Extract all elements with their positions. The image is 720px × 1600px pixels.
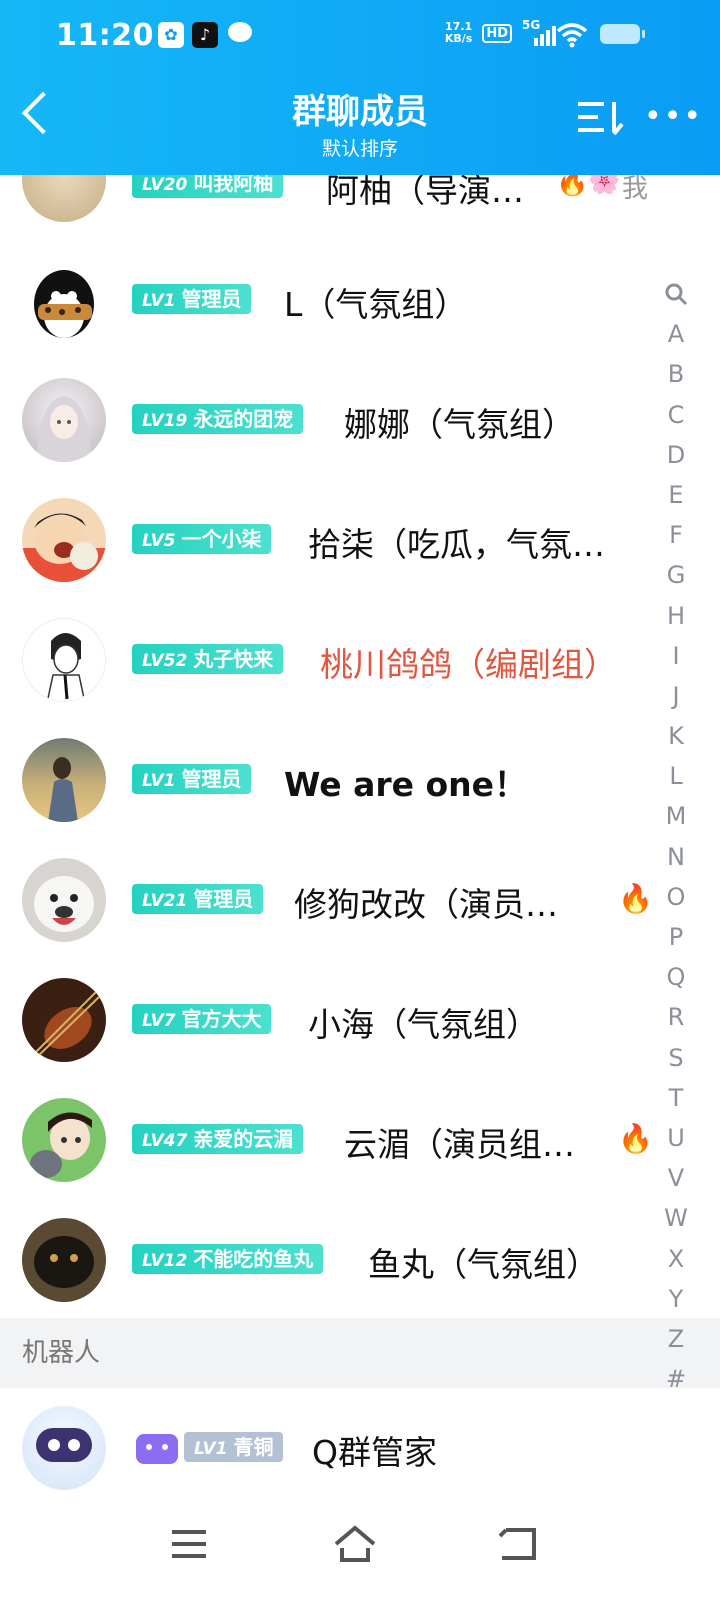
menu-icon[interactable] (170, 1524, 210, 1564)
index-letter[interactable]: X (658, 1239, 694, 1279)
member-row[interactable]: LV19 永远的团宠 娜娜（气氛组） (0, 360, 660, 480)
member-name: We are one！ (284, 765, 528, 804)
index-letter[interactable]: C (658, 395, 694, 435)
member-name: 鱼丸（气氛组） (368, 1245, 599, 1284)
index-letter[interactable]: D (658, 435, 694, 475)
index-letter[interactable]: N (658, 837, 694, 877)
index-letter[interactable]: Q (658, 957, 694, 997)
member-row[interactable]: LV1 管理员 L（气氛组） (0, 240, 660, 360)
index-letter[interactable]: P (658, 917, 694, 957)
index-letter[interactable]: W (658, 1198, 694, 1238)
level-badge: LV21 管理员 (132, 884, 264, 914)
hd-icon: HD (482, 23, 512, 43)
member-row[interactable]: LV12 不能吃的鱼丸 鱼丸（气氛组） (0, 1200, 660, 1320)
index-letter[interactable]: O (658, 877, 694, 917)
index-letter[interactable]: H (658, 596, 694, 636)
flame-icon: 🔥 (618, 1122, 653, 1155)
index-letter[interactable]: F (658, 515, 694, 555)
member-row[interactable]: LV47 亲爱的云湄 云湄（演员组… 🔥 (0, 1080, 660, 1200)
bot-avatar[interactable] (22, 1406, 106, 1490)
signal-icon: 5G (522, 18, 558, 46)
header-bar: 11:20 ✿ ♪ 17.1 KB/s HD 5G 群聊成员 默认排序 ••• (0, 0, 720, 175)
level-badge: LV52 丸子快来 (132, 644, 284, 674)
member-name: 云湄（演员组… (344, 1125, 575, 1164)
member-name: 拾柒（吃瓜，气氛… (308, 525, 605, 564)
level-badge: LV47 亲爱的云湄 (132, 1124, 304, 1154)
member-name: 桃川鸽鸽（编剧组） (320, 645, 617, 684)
member-row[interactable]: LV52 丸子快来 桃川鸽鸽（编剧组） (0, 600, 660, 720)
bot-name: Q群管家 (312, 1433, 437, 1472)
avatar[interactable] (22, 738, 106, 822)
avatar[interactable] (22, 258, 106, 342)
member-row[interactable]: LV5 一个小柒 拾柒（吃瓜，气氛… (0, 480, 660, 600)
alphabet-index[interactable]: A B C D E F G H I J K L M N O P Q R S T … (658, 274, 694, 1399)
index-letter[interactable]: G (658, 555, 694, 595)
index-letter[interactable]: B (658, 354, 694, 394)
index-letter[interactable]: U (658, 1118, 694, 1158)
more-options-icon[interactable]: ••• (644, 102, 703, 132)
bot-level-badge: LV1 青铜 (184, 1432, 284, 1462)
flame-icon: 🔥 (618, 882, 653, 915)
member-row[interactable]: LV1 管理员 We are one！ (0, 720, 660, 840)
status-time: 11:20 (56, 18, 154, 53)
member-row[interactable]: LV7 官方大大 小海（气氛组） (0, 960, 660, 1080)
index-letter[interactable]: # (658, 1359, 694, 1399)
home-icon[interactable] (332, 1524, 378, 1564)
index-letter[interactable]: T (658, 1078, 694, 1118)
sort-icon[interactable] (578, 98, 628, 138)
index-letter[interactable]: L (658, 756, 694, 796)
member-row[interactable]: LV21 管理员 修狗改改（演员… 🔥 (0, 840, 660, 960)
wifi-icon (556, 22, 588, 52)
member-name: 小海（气氛组） (308, 1005, 539, 1044)
avatar[interactable] (22, 498, 106, 582)
index-letter[interactable]: Y (658, 1279, 694, 1319)
member-name: 修狗改改（演员… (294, 885, 558, 924)
battery-icon (600, 24, 645, 44)
index-letter[interactable]: J (658, 676, 694, 716)
robot-icon (136, 1434, 178, 1464)
back-nav-icon[interactable] (498, 1524, 538, 1564)
index-letter[interactable]: A (658, 314, 694, 354)
index-letter[interactable]: Z (658, 1319, 694, 1359)
index-letter[interactable]: I (658, 636, 694, 676)
member-name: 娜娜（气氛组） (344, 405, 575, 444)
system-nav-bar (0, 1490, 720, 1600)
net-speed: 17.1 KB/s (444, 20, 473, 45)
status-indicators: 17.1 KB/s HD 5G (444, 18, 558, 46)
level-badge: LV19 永远的团宠 (132, 404, 304, 434)
robots-section-header: 机器人 (0, 1318, 720, 1388)
chat-bubble-icon (228, 22, 252, 42)
avatar[interactable] (22, 1218, 106, 1302)
index-letter[interactable]: R (658, 997, 694, 1037)
index-letter[interactable]: V (658, 1158, 694, 1198)
member-name: L（气氛组） (284, 285, 468, 324)
level-badge: LV5 一个小柒 (132, 524, 272, 554)
index-letter[interactable]: E (658, 475, 694, 515)
paw-app-icon: ✿ (158, 22, 184, 48)
avatar[interactable] (22, 1098, 106, 1182)
tiktok-app-icon: ♪ (192, 22, 218, 48)
status-bar: 11:20 ✿ ♪ 17.1 KB/s HD 5G (0, 14, 720, 58)
index-letter[interactable]: K (658, 716, 694, 756)
level-badge: LV1 管理员 (132, 284, 252, 314)
level-badge: LV7 官方大大 (132, 1004, 272, 1034)
avatar[interactable] (22, 618, 106, 702)
index-letter[interactable]: S (658, 1038, 694, 1078)
index-letter[interactable]: M (658, 796, 694, 836)
avatar[interactable] (22, 858, 106, 942)
search-icon[interactable] (658, 274, 694, 314)
sort-mode-label[interactable]: 默认排序 (0, 134, 720, 161)
avatar[interactable] (22, 378, 106, 462)
level-badge: LV12 不能吃的鱼丸 (132, 1244, 324, 1274)
level-badge: LV1 管理员 (132, 764, 252, 794)
avatar[interactable] (22, 978, 106, 1062)
